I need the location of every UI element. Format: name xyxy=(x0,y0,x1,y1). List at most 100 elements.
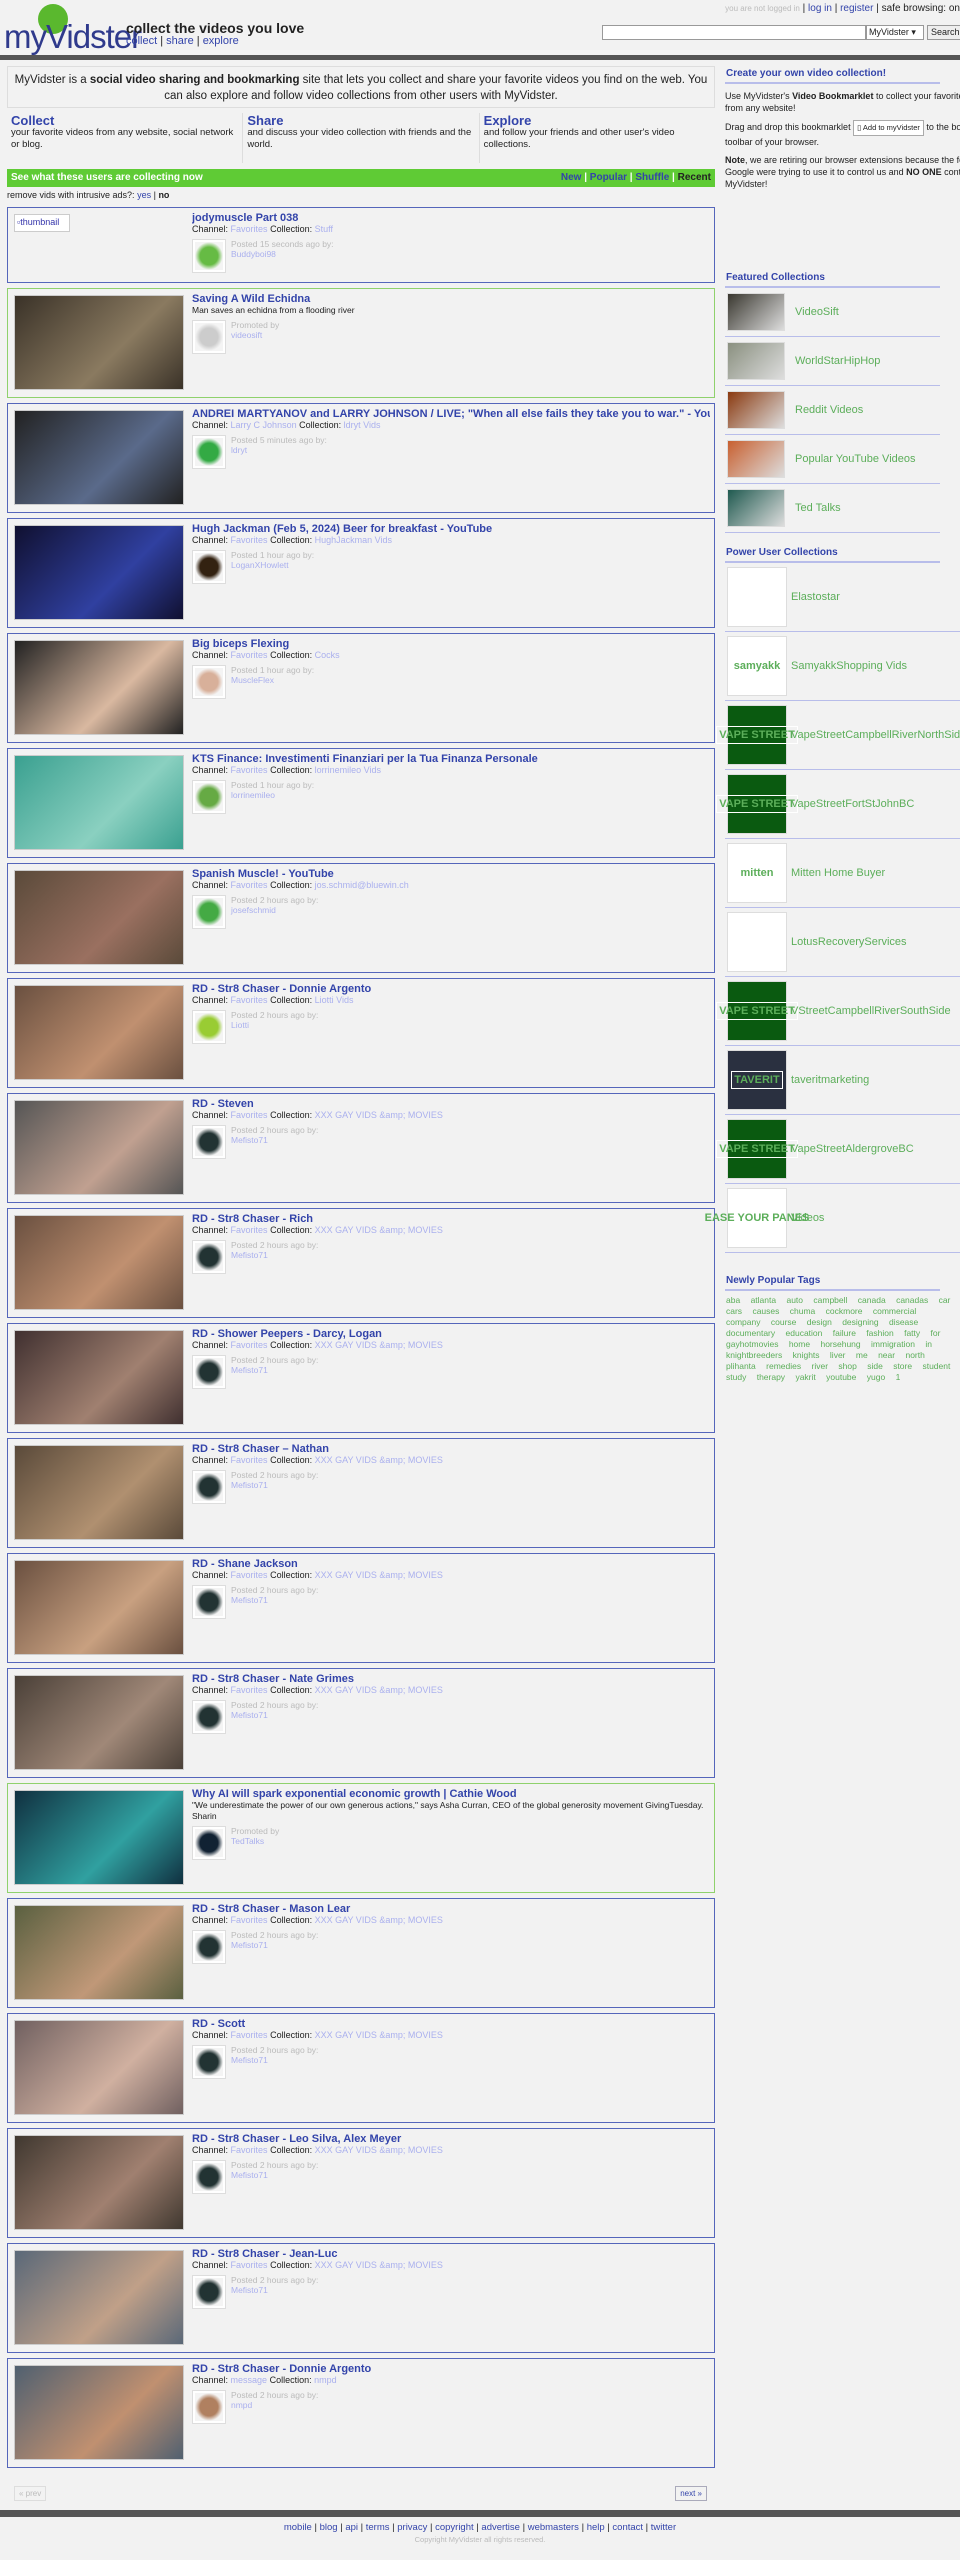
video-thumbnail[interactable] xyxy=(14,640,184,735)
video-thumbnail[interactable] xyxy=(14,1675,184,1770)
featured-collection-item[interactable]: Reddit Videos xyxy=(725,386,940,435)
collection-link[interactable]: XXX GAY VIDS &amp; MOVIES xyxy=(315,1570,443,1580)
video-title-link[interactable]: RD - Str8 Chaser – Nathan xyxy=(192,1443,710,1455)
channel-link[interactable]: Favorites xyxy=(231,1110,268,1120)
tag-link[interactable]: commercial xyxy=(873,1306,916,1316)
channel-link[interactable]: Favorites xyxy=(231,765,268,775)
footer-link-webmasters[interactable]: webmasters xyxy=(528,2522,579,2533)
collection-link[interactable]: XXX GAY VIDS &amp; MOVIES xyxy=(315,1455,443,1465)
tag-link[interactable]: study xyxy=(726,1372,746,1382)
video-thumbnail[interactable] xyxy=(14,2250,184,2345)
footer-link-api[interactable]: api xyxy=(345,2522,358,2533)
tag-link[interactable]: car xyxy=(939,1295,951,1305)
tag-link[interactable]: shop xyxy=(838,1361,856,1371)
channel-link[interactable]: Larry C Johnson xyxy=(231,420,297,430)
video-title-link[interactable]: RD - Str8 Chaser - Donnie Argento xyxy=(192,983,710,995)
logo[interactable]: myVidster xyxy=(4,4,142,55)
user-link[interactable]: Mefisto71 xyxy=(231,1595,318,1605)
footer-link-mobile[interactable]: mobile xyxy=(284,2522,312,2533)
video-thumbnail[interactable] xyxy=(14,1445,184,1540)
user-link[interactable]: videosift xyxy=(231,330,279,340)
video-thumbnail[interactable] xyxy=(14,985,184,1080)
sort-shuffle[interactable]: Shuffle xyxy=(635,172,669,183)
user-link[interactable]: ldryt xyxy=(231,445,327,455)
avatar[interactable] xyxy=(192,1470,226,1504)
footer-link-help[interactable]: help xyxy=(587,2522,605,2533)
channel-link[interactable]: message xyxy=(231,2375,268,2385)
collection-link[interactable]: ldryt Vids xyxy=(344,420,381,430)
user-link[interactable]: Mefisto71 xyxy=(231,2170,318,2180)
footer-link-advertise[interactable]: advertise xyxy=(481,2522,520,2533)
video-title-link[interactable]: RD - Str8 Chaser - Rich xyxy=(192,1213,710,1225)
channel-link[interactable]: Favorites xyxy=(231,535,268,545)
tag-link[interactable]: cars xyxy=(726,1306,742,1316)
avatar[interactable] xyxy=(192,320,226,354)
user-link[interactable]: Liotti xyxy=(231,1020,318,1030)
video-thumbnail[interactable] xyxy=(14,1215,184,1310)
feature-column-title[interactable]: Explore xyxy=(484,114,711,127)
channel-link[interactable]: Favorites xyxy=(231,1685,268,1695)
avatar[interactable] xyxy=(192,435,226,469)
user-link[interactable]: nmpd xyxy=(231,2400,318,2410)
featured-collection-item[interactable]: WorldStarHipHop xyxy=(725,337,940,386)
collection-link[interactable]: XXX GAY VIDS &amp; MOVIES xyxy=(315,2030,443,2040)
power-collection-item[interactable]: TAVERIT taveritmarketing xyxy=(725,1046,960,1115)
avatar[interactable] xyxy=(192,1826,226,1860)
collection-link[interactable]: XXX GAY VIDS &amp; MOVIES xyxy=(315,1110,443,1120)
featured-collection-item[interactable]: Popular YouTube Videos xyxy=(725,435,940,484)
video-thumbnail[interactable] xyxy=(14,2365,184,2460)
tag-link[interactable]: knights xyxy=(793,1350,820,1360)
avatar[interactable] xyxy=(192,1585,226,1619)
tag-link[interactable]: fatty xyxy=(904,1328,920,1338)
tag-link[interactable]: north xyxy=(905,1350,924,1360)
footer-link-blog[interactable]: blog xyxy=(320,2522,338,2533)
user-link[interactable]: Mefisto71 xyxy=(231,1480,318,1490)
login-link[interactable]: log in xyxy=(808,3,832,14)
avatar[interactable] xyxy=(192,550,226,584)
tag-link[interactable]: fashion xyxy=(866,1328,893,1338)
tag-link[interactable]: home xyxy=(789,1339,810,1349)
tag-link[interactable]: near xyxy=(878,1350,895,1360)
tag-link[interactable]: causes xyxy=(752,1306,779,1316)
avatar[interactable] xyxy=(192,1930,226,1964)
video-thumbnail[interactable] xyxy=(14,1790,184,1885)
channel-link[interactable]: Favorites xyxy=(231,1915,268,1925)
user-link[interactable]: Mefisto71 xyxy=(231,2055,318,2065)
video-thumbnail[interactable] xyxy=(14,1560,184,1655)
tag-link[interactable]: youtube xyxy=(826,1372,856,1382)
video-title-link[interactable]: RD - Shane Jackson xyxy=(192,1558,710,1570)
video-thumbnail[interactable] xyxy=(14,525,184,620)
tag-link[interactable]: for xyxy=(931,1328,941,1338)
video-thumbnail[interactable] xyxy=(14,295,184,390)
video-title-link[interactable]: Big biceps Flexing xyxy=(192,638,710,650)
video-title-link[interactable]: Saving A Wild Echidna xyxy=(192,293,710,305)
tag-link[interactable]: plihanta xyxy=(726,1361,756,1371)
video-title-link[interactable]: ANDREI MARTYANOV and LARRY JOHNSON / LIV… xyxy=(192,408,710,420)
nav-share[interactable]: share xyxy=(166,35,194,47)
channel-link[interactable]: Favorites xyxy=(231,1455,268,1465)
channel-link[interactable]: Favorites xyxy=(231,2030,268,2040)
channel-link[interactable]: Favorites xyxy=(231,224,268,234)
user-link[interactable]: Mefisto71 xyxy=(231,1135,318,1145)
user-link[interactable]: lorrinemileo xyxy=(231,790,314,800)
collection-link[interactable]: XXX GAY VIDS &amp; MOVIES xyxy=(315,1685,443,1695)
tag-link[interactable]: failure xyxy=(833,1328,856,1338)
user-link[interactable]: LoganXHowlett xyxy=(231,560,314,570)
tag-link[interactable]: campbell xyxy=(813,1295,847,1305)
video-title-link[interactable]: Spanish Muscle! - YouTube xyxy=(192,868,710,880)
tag-link[interactable]: canadas xyxy=(896,1295,928,1305)
power-collection-item[interactable]: VAPE STREET VapeStreetCampbellRiverNorthS… xyxy=(716,701,960,770)
power-collection-item[interactable]: VAPE STREET VStreetCampbellRiverSouthSide xyxy=(716,977,960,1046)
video-thumbnail[interactable]: ▫thumbnail xyxy=(14,214,70,232)
video-title-link[interactable]: RD - Str8 Chaser - Jean-Luc xyxy=(192,2248,710,2260)
channel-link[interactable]: Favorites xyxy=(231,2145,268,2155)
tag-link[interactable]: canada xyxy=(858,1295,886,1305)
video-thumbnail[interactable] xyxy=(14,2020,184,2115)
video-title-link[interactable]: RD - Shower Peepers - Darcy, Logan xyxy=(192,1328,710,1340)
collection-link[interactable]: lorrinemileo Vids xyxy=(315,765,381,775)
video-title-link[interactable]: Why AI will spark exponential economic g… xyxy=(192,1788,710,1800)
tag-link[interactable]: chuma xyxy=(790,1306,816,1316)
user-link[interactable]: josefschmid xyxy=(231,905,318,915)
collection-link[interactable]: XXX GAY VIDS &amp; MOVIES xyxy=(315,2145,443,2155)
search-button[interactable]: Search xyxy=(927,25,960,40)
